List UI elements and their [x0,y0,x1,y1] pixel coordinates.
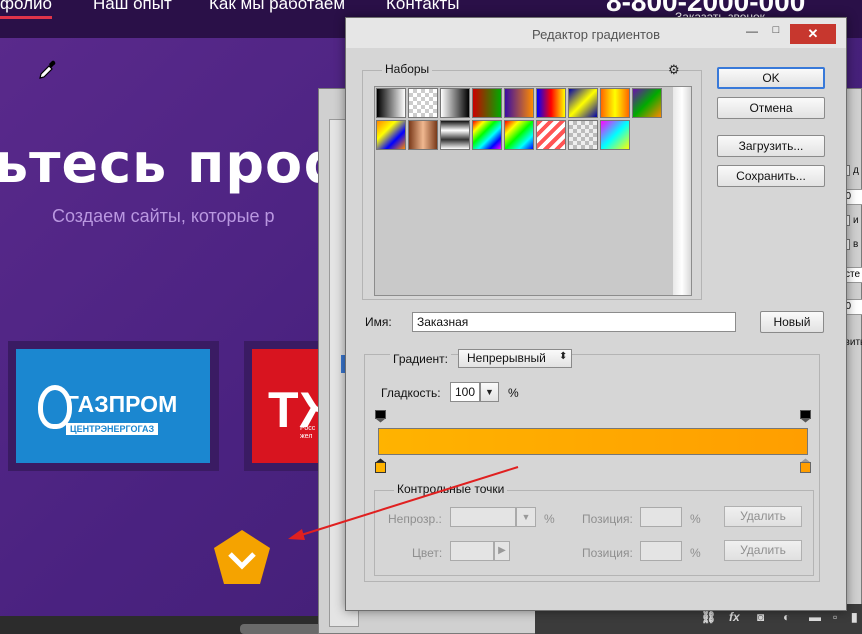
folder-icon[interactable]: ▬ [809,610,821,624]
option-label: в [853,239,859,250]
close-button[interactable]: ✕ [790,24,836,44]
new-layer-icon[interactable]: ▫ [833,610,837,624]
color-position-input[interactable] [640,541,682,561]
color-position-unit: % [690,546,701,560]
nav-item-how-we-work[interactable]: Как мы работаем [209,0,345,14]
mask-icon[interactable]: ◙ [757,610,764,624]
adjustment-icon[interactable]: ◐ [783,610,790,624]
presets-swatch-grid [374,86,692,296]
delete-color-stop-button[interactable]: Удалить [724,540,802,561]
preset-swatch-transparent[interactable] [408,88,438,118]
gradient-type-select[interactable]: Непрерывный [458,349,572,368]
opacity-input[interactable] [450,507,516,527]
preset-swatch-chrome[interactable] [440,120,470,150]
opacity-label: Непрозр.: [388,512,442,526]
nav-item-portfolio[interactable]: фолио [0,0,52,14]
control-points-label: Контрольные точки [394,482,508,496]
gradient-preview-bar[interactable] [378,428,808,455]
color-position-label: Позиция: [582,546,633,560]
preset-swatch-transparent-stripes[interactable] [536,120,566,150]
smoothness-dropdown-button[interactable]: ▼ [480,382,499,402]
maximize-button[interactable]: □ [766,24,786,40]
opacity-position-input[interactable] [640,507,682,527]
preset-swatch-checker[interactable] [568,120,598,150]
gear-icon[interactable]: ⚙ [668,62,680,78]
minimize-button[interactable]: — [742,24,762,40]
preset-swatch-bw[interactable] [376,88,406,118]
nav-active-underline [0,16,52,19]
color-stop-left[interactable] [375,458,386,473]
scroll-down-badge[interactable] [212,528,272,586]
load-button[interactable]: Загрузить... [717,135,825,157]
presets-label: Наборы [382,62,433,76]
title-bar[interactable]: Редактор градиентов — □ ✕ [346,18,846,48]
cancel-button[interactable]: Отмена [717,97,825,119]
preset-swatch-violet-orange[interactable] [504,88,534,118]
option-label: и [853,215,859,226]
preset-swatch-rainbow-diagonal[interactable] [376,120,406,150]
preset-swatch-black-white[interactable] [440,88,470,118]
preset-swatch-blue-yellow-blue[interactable] [568,88,598,118]
client-card-gazprom[interactable]: ГАЗПРОМ ЦЕНТРЭНЕРГОГАЗ [8,341,219,471]
updown-arrow-icon: ⬍ [559,351,568,362]
new-button[interactable]: Новый [760,311,824,333]
opacity-position-unit: % [690,512,701,526]
preset-swatch-orange-yellow-orange[interactable] [600,88,630,118]
opacity-unit: % [544,512,555,526]
option-label: д [853,165,859,176]
smoothness-unit: % [508,386,519,400]
hero-subheadline: Создаем сайты, которые р [52,206,275,226]
presets-scrollbar[interactable] [673,87,691,295]
gazprom-subname: ЦЕНТРЭНЕРГОГАЗ [66,423,159,435]
gazprom-logo: ГАЗПРОМ ЦЕНТРЭНЕРГОГАЗ [16,349,210,463]
opacity-stop-right[interactable] [800,410,811,423]
delete-opacity-stop-button[interactable]: Удалить [724,506,802,527]
smoothness-input[interactable]: 100 [450,382,480,402]
preset-swatch-transparent-rainbow[interactable] [504,120,534,150]
preset-swatch-copper[interactable] [408,120,438,150]
link-icon[interactable]: ⛓ [701,610,716,624]
name-input[interactable]: Заказная [412,312,736,332]
preset-swatch-violet-green-orange[interactable] [632,88,662,118]
preset-swatch-neon[interactable] [600,120,630,150]
save-button[interactable]: Сохранить... [717,165,825,187]
gradient-editor-dialog: Редактор градиентов — □ ✕ Наборы ⚙ OK От… [345,17,847,611]
name-label: Имя: [365,315,392,329]
gradient-type-label: Градиент: [390,352,452,366]
nav-item-experience[interactable]: Наш опыт [93,0,172,14]
eyedropper-cursor-icon [39,60,56,79]
color-stop-right[interactable] [800,458,811,473]
preset-swatch-red-green[interactable] [472,88,502,118]
color-arrow-button[interactable]: ▶ [494,541,510,561]
preset-swatch-spectrum[interactable] [472,120,502,150]
opacity-stop-left[interactable] [375,410,386,423]
gazprom-name: ГАЗПРОМ [66,391,178,417]
nav-item-contacts[interactable]: Контакты [386,0,459,14]
opacity-position-label: Позиция: [582,512,633,526]
preset-swatch-blue-red-yellow[interactable] [536,88,566,118]
color-swatch[interactable] [450,541,494,561]
smoothness-label: Гладкость: [381,386,441,400]
opacity-dropdown-button[interactable]: ▼ [516,507,536,527]
control-points-group [374,490,814,576]
rzd-subtext: Росс жел [300,425,316,440]
color-label: Цвет: [412,546,443,560]
fx-icon[interactable]: fx [729,610,740,624]
ok-button[interactable]: OK [717,67,825,89]
trash-icon[interactable]: ▮ [851,610,858,624]
